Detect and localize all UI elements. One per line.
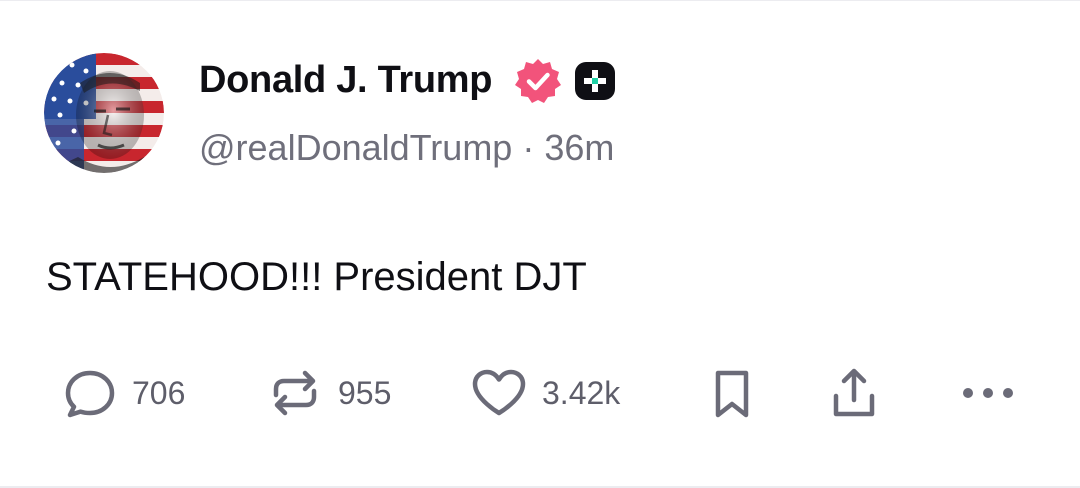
reply-button[interactable]: 706 [62, 361, 185, 425]
repost-button[interactable]: 955 [266, 361, 391, 425]
more-options-button[interactable] [958, 361, 1018, 425]
reply-count: 706 [132, 375, 186, 411]
reply-icon [62, 365, 118, 421]
plus-badge-icon [574, 61, 616, 101]
verified-badge-icon [514, 57, 562, 105]
like-count: 3.42k [542, 375, 621, 411]
post-text: STATEHOOD!!! President DJT [46, 255, 587, 299]
like-button[interactable]: 3.42k [470, 361, 620, 425]
bookmark-icon [706, 365, 758, 421]
repost-count: 955 [338, 375, 392, 411]
more-icon [958, 383, 1018, 403]
share-button[interactable] [826, 361, 882, 425]
avatar[interactable] [44, 53, 164, 173]
post-timestamp[interactable]: 36m [544, 127, 614, 168]
bookmark-button[interactable] [706, 361, 758, 425]
repost-icon [266, 365, 324, 421]
action-bar: 706 955 3.42k [0, 361, 1080, 425]
share-icon [826, 364, 882, 422]
post-card: Donald J. Trump @realDonaldTrump · 36m STA… [0, 0, 1080, 488]
handle-row: @realDonaldTrump · 36m [199, 126, 614, 170]
author-display-name[interactable]: Donald J. Trump [199, 58, 493, 102]
heart-icon [470, 365, 528, 421]
author-handle[interactable]: @realDonaldTrump [199, 127, 512, 168]
separator-dot: · [522, 127, 535, 168]
